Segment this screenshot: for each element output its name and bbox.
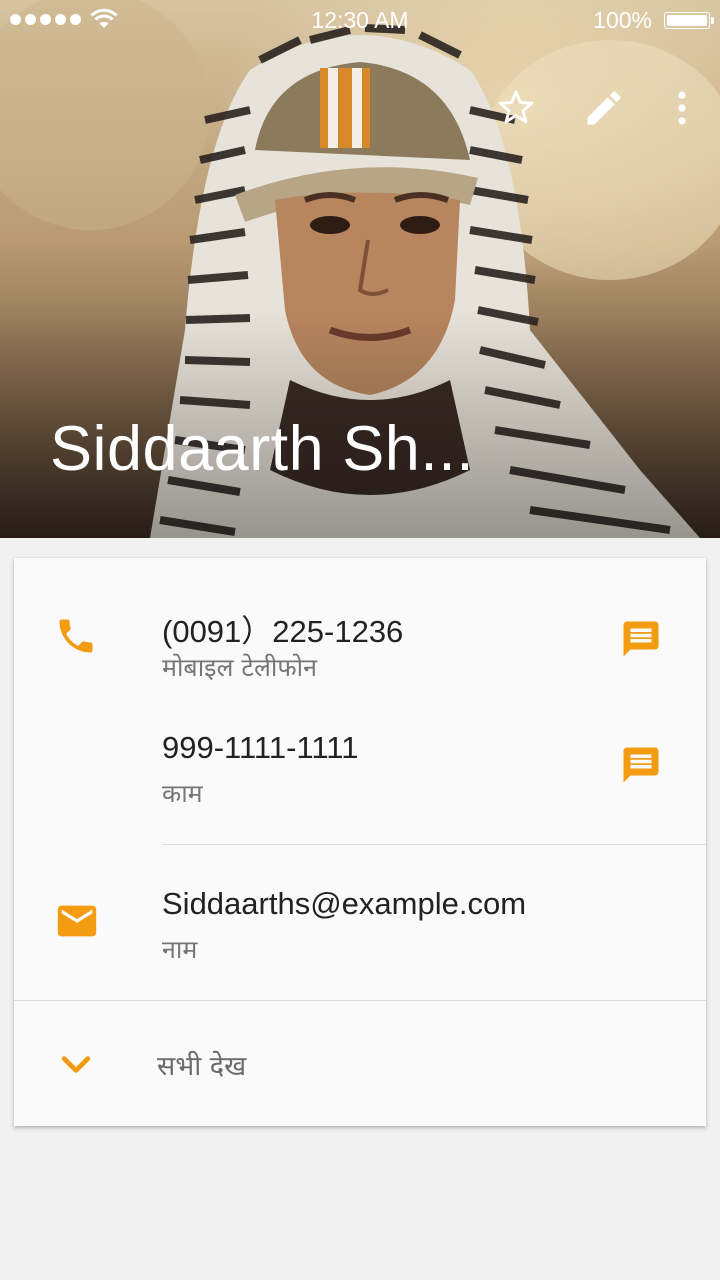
email-type: नाम — [162, 935, 198, 964]
phone-number: (0091）225-1236 — [162, 614, 404, 649]
star-outline-icon[interactable] — [494, 86, 538, 130]
phone-type: काम — [162, 779, 203, 808]
section-divider — [162, 844, 706, 845]
phone-number: 999-1111-1111 — [162, 730, 359, 765]
chevron-down-icon — [61, 1056, 91, 1073]
see-all-label: सभी देख — [157, 1051, 247, 1082]
email-row[interactable]: Siddaarths@example.com नाम — [14, 868, 706, 988]
phone-row-work[interactable]: 999-1111-1111 काम — [14, 716, 706, 826]
phone-type: मोबाइल टेलीफोन — [162, 653, 317, 682]
message-icon[interactable] — [620, 618, 662, 660]
status-bar: 12:30 AM 100% — [0, 0, 720, 40]
more-vert-icon[interactable] — [660, 86, 704, 130]
phone-icon — [59, 619, 93, 653]
battery-icon — [664, 12, 714, 29]
email-icon — [57, 905, 97, 937]
phone-row-mobile[interactable]: (0091）225-1236 मोबाइल टेलीफोन — [14, 588, 706, 698]
see-all-button[interactable] — [14, 1001, 706, 1126]
contact-name: Siddaarth Sh... — [50, 414, 475, 484]
contact-details-card: (0091）225-1236 मोबाइल टेलीफोन 999-1111-1… — [14, 558, 706, 1126]
email-address: Siddaarths@example.com — [162, 886, 527, 921]
message-icon[interactable] — [620, 744, 662, 786]
contact-header: 12:30 AM 100% Siddaarth Sh... — [0, 0, 720, 538]
battery-percentage: 100% — [593, 7, 652, 33]
pencil-icon[interactable] — [582, 86, 626, 130]
